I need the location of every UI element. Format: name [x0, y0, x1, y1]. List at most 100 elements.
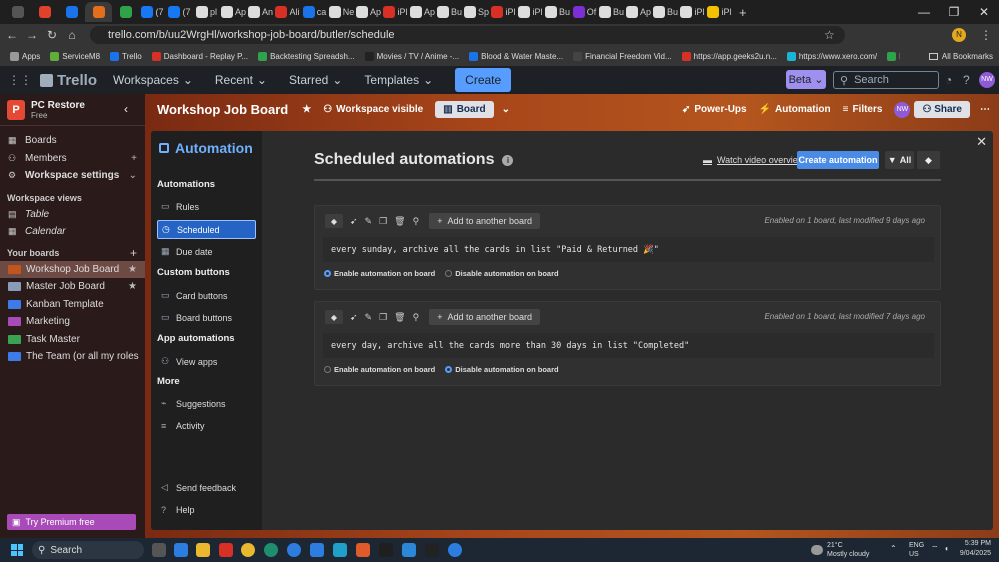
- browser-tab[interactable]: Ap: [355, 2, 382, 22]
- sidebar-item-boards[interactable]: ▦ Boards: [0, 132, 145, 150]
- bookmark-item[interactable]: Trello: [110, 51, 142, 61]
- log-icon[interactable]: ⚲: [413, 312, 420, 323]
- member-avatar[interactable]: NW: [894, 101, 911, 118]
- bookmark-item[interactable]: https://app.geeks2u.n...: [681, 51, 777, 61]
- tag-filter-button[interactable]: ◆: [917, 151, 940, 169]
- browser-tab[interactable]: [112, 2, 139, 22]
- view-switcher-chevron-icon[interactable]: ⌄: [502, 104, 510, 115]
- browser-tab[interactable]: iPl: [706, 2, 733, 22]
- nav-view-apps[interactable]: ⚇ View apps: [157, 352, 256, 371]
- bookmark-item[interactable]: Apps: [10, 51, 40, 61]
- workspaces-menu[interactable]: Workspaces ⌄: [113, 73, 193, 87]
- browser-tab[interactable]: Ne: [328, 2, 355, 22]
- log-icon[interactable]: ⚲: [413, 216, 420, 227]
- browser-tab[interactable]: Bu: [652, 2, 679, 22]
- star-board-icon[interactable]: ★: [128, 264, 137, 275]
- nav-due-date[interactable]: ▦ Due date: [157, 242, 256, 261]
- collapse-sidebar-icon[interactable]: ‹: [124, 102, 128, 116]
- nav-help[interactable]: ? Help: [157, 500, 256, 519]
- nav-send-feedback[interactable]: ◁ Send feedback: [157, 478, 256, 497]
- browser-tab[interactable]: (7: [166, 2, 193, 22]
- browser-tab[interactable]: Of: [571, 2, 598, 22]
- browser-menu-icon[interactable]: ⋮: [980, 28, 992, 42]
- nav-scheduled[interactable]: ◷ Scheduled: [157, 220, 256, 239]
- add-to-another-board-button[interactable]: + Add to another board: [429, 213, 541, 229]
- avatar[interactable]: NW: [979, 72, 995, 88]
- try-premium-button[interactable]: ▣ Try Premium free: [7, 514, 136, 530]
- create-button[interactable]: Create: [455, 68, 512, 92]
- disable-automation-radio[interactable]: Disable automation on board: [445, 365, 559, 374]
- run-icon[interactable]: ➹: [350, 216, 358, 227]
- browser-tab[interactable]: Bu: [436, 2, 463, 22]
- bookmark-item[interactable]: ServiceM8: [50, 51, 100, 61]
- app-icon[interactable]: [379, 543, 393, 557]
- browser-tab[interactable]: [58, 2, 85, 22]
- sidebar-item-members[interactable]: ⚇ Members +: [0, 150, 145, 168]
- bookmark-item[interactable]: Movies / TV / Anime -...: [364, 51, 459, 61]
- share-button[interactable]: ⚇ Share: [914, 101, 970, 118]
- profile-icon[interactable]: N: [952, 28, 966, 42]
- volume-icon[interactable]: ◖: [944, 544, 949, 553]
- add-member-icon[interactable]: +: [131, 153, 137, 164]
- nav-activity[interactable]: ≡ Activity: [157, 416, 256, 435]
- create-automation-button[interactable]: Create automation: [797, 151, 879, 169]
- add-to-another-board-button[interactable]: + Add to another board: [429, 309, 541, 325]
- visibility-button[interactable]: ⚇ Workspace visible: [323, 104, 423, 115]
- browser-tab[interactable]: Ali: [274, 2, 301, 22]
- browser-tab[interactable]: [31, 2, 58, 22]
- browser-tab[interactable]: iPl: [679, 2, 706, 22]
- app-icon[interactable]: [333, 543, 347, 557]
- bookmark-item[interactable]: Dashboard | MailerLite: [887, 51, 900, 61]
- app-icon[interactable]: [264, 543, 278, 557]
- browser-tab[interactable]: (7: [139, 2, 166, 22]
- edit-icon[interactable]: ✎: [365, 216, 373, 227]
- reload-icon[interactable]: ↻: [42, 28, 62, 42]
- task-view-icon[interactable]: [152, 543, 166, 557]
- all-bookmarks[interactable]: All Bookmarks: [928, 52, 993, 61]
- copy-icon[interactable]: ❐: [379, 216, 387, 227]
- more-icon[interactable]: ⋯: [980, 104, 990, 115]
- wifi-icon[interactable]: ⌔: [931, 544, 939, 554]
- search-input[interactable]: ⚲ Search: [833, 71, 939, 89]
- windows-start-icon[interactable]: [11, 544, 23, 556]
- copilot-icon[interactable]: [174, 543, 188, 557]
- info-icon[interactable]: i: [502, 154, 514, 166]
- url-field[interactable]: trello.com/b/uu2WrgHl/workshop-job-board…: [90, 26, 845, 44]
- weather-widget[interactable]: 21°C Mostly cloudy: [811, 541, 869, 559]
- back-icon[interactable]: ←: [2, 28, 22, 42]
- tag-icon[interactable]: ◆: [325, 310, 343, 324]
- app-switcher-icon[interactable]: ⋮⋮: [8, 73, 32, 87]
- add-board-icon[interactable]: +: [130, 246, 137, 260]
- nav-suggestions[interactable]: ⌁ Suggestions: [157, 394, 256, 413]
- browser-tab[interactable]: pl: [193, 2, 220, 22]
- bookmark-item[interactable]: Financial Freedom Vid...: [573, 51, 672, 61]
- browser-tab[interactable]: iPl: [517, 2, 544, 22]
- browser-tab[interactable]: iPl: [382, 2, 409, 22]
- recent-menu[interactable]: Recent ⌄: [215, 73, 267, 87]
- minimize-icon[interactable]: —: [909, 0, 939, 24]
- close-icon[interactable]: ✕: [976, 134, 987, 150]
- enable-automation-radio[interactable]: Enable automation on board: [324, 269, 435, 278]
- edit-icon[interactable]: ✎: [365, 312, 373, 323]
- store-icon[interactable]: [219, 543, 233, 557]
- nav-card-buttons[interactable]: ▭ Card buttons: [157, 286, 256, 305]
- browser-tab[interactable]: Sp: [463, 2, 490, 22]
- forward-icon[interactable]: →: [22, 28, 42, 42]
- bookmark-item[interactable]: Backtesting Spreadsh...: [258, 51, 355, 61]
- watch-video-link[interactable]: ▬ Watch video overview: [703, 155, 804, 165]
- nav-rules[interactable]: ▭ Rules: [157, 197, 256, 216]
- filters-button[interactable]: ≡ Filters: [843, 104, 883, 115]
- browser-tab[interactable]: Ap: [409, 2, 436, 22]
- browser-tab[interactable]: Ap: [220, 2, 247, 22]
- app-icon[interactable]: [402, 543, 416, 557]
- templates-menu[interactable]: Templates ⌄: [364, 73, 433, 87]
- star-icon[interactable]: ☆: [824, 28, 835, 42]
- delete-icon[interactable]: 🗑: [394, 216, 405, 227]
- delete-icon[interactable]: 🗑: [394, 312, 405, 323]
- browser-tab[interactable]: Bu: [598, 2, 625, 22]
- sidebar-board-item[interactable]: Marketing: [0, 313, 145, 331]
- tray-chevron-icon[interactable]: ⌃: [890, 544, 897, 553]
- starred-menu[interactable]: Starred ⌄: [289, 73, 342, 87]
- run-icon[interactable]: ➹: [350, 312, 358, 323]
- sidebar-item-calendar[interactable]: ▦ Calendar: [0, 223, 145, 241]
